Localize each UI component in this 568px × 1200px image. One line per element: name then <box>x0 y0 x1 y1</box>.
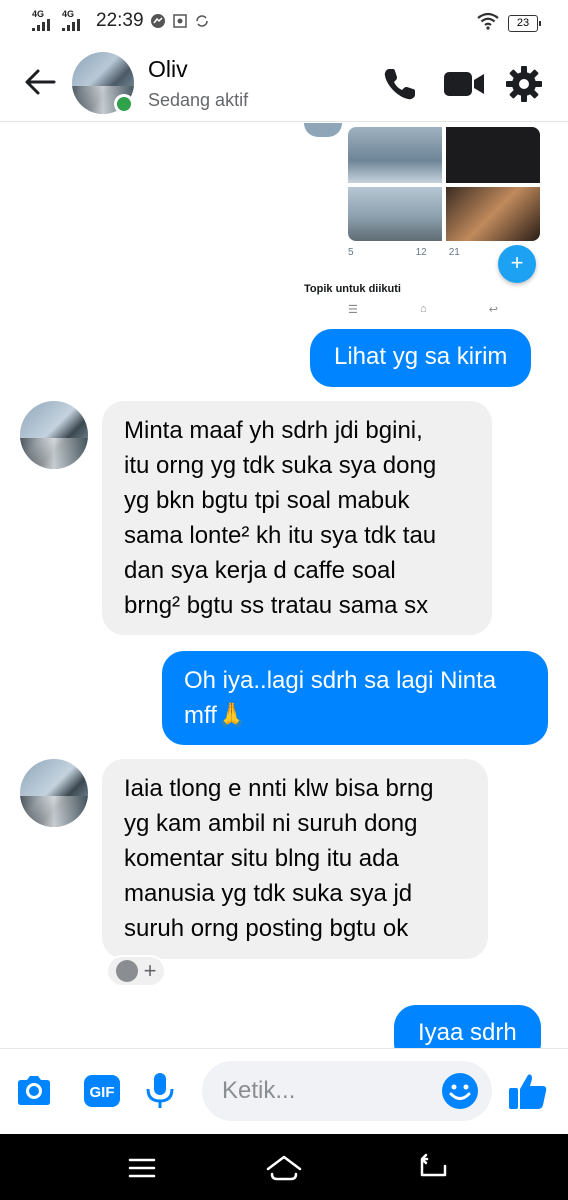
message-line: itu orng yg tdk suka sya dong <box>124 452 437 479</box>
message-line: Minta maaf yh sdrh jdi bgini, <box>124 417 423 444</box>
thumbs-up-icon[interactable] <box>506 1069 550 1113</box>
video-call-icon[interactable] <box>442 64 486 104</box>
status-left: 4G 4G 22:39 <box>32 10 210 32</box>
camera-icon[interactable] <box>12 1069 56 1113</box>
wifi-icon <box>476 12 500 35</box>
svg-text:GIF: GIF <box>90 1084 115 1101</box>
add-reaction-button[interactable]: + <box>106 955 166 987</box>
outgoing-message[interactable]: Iyaa sdrh <box>394 1005 541 1048</box>
reply-count: 5 <box>348 247 354 258</box>
signal-icon-2: 4G <box>62 10 86 32</box>
screenshot-icon <box>172 13 188 29</box>
gif-icon[interactable]: GIF <box>80 1069 124 1113</box>
like-count: 21 <box>448 247 460 258</box>
message-line: manusia yg tdk suka sya jd <box>124 880 413 907</box>
system-navigation-bar <box>0 1134 568 1200</box>
back-arrow-icon[interactable] <box>22 64 58 100</box>
retweet-count: 12 <box>415 247 427 258</box>
shared-image-photo-grid <box>348 127 540 241</box>
menu-icon[interactable] <box>122 1148 162 1188</box>
outgoing-message[interactable]: Lihat yg sa kirim <box>310 329 532 387</box>
message-line: sama lonte² kh itu sya tdk tau <box>124 522 437 549</box>
reaction-smiley-icon <box>115 960 138 982</box>
message-line: yg bkn bgtu tpi soal mabuk <box>124 487 410 514</box>
sender-avatar[interactable] <box>20 759 88 827</box>
network-type-label: 4G <box>32 9 45 19</box>
message-list[interactable]: 5 12 21 + Topik untuk diikuti ☰ ⌂ ↩ Lihat … <box>0 123 568 1048</box>
signal-icon: 4G <box>32 10 56 32</box>
status-bar: 4G 4G 22:39 23 <box>0 0 568 44</box>
shared-image-plus-icon: + <box>498 245 536 283</box>
shared-image[interactable]: 5 12 21 + Topik untuk diikuti ☰ ⌂ ↩ <box>296 123 550 323</box>
plus-icon: + <box>143 958 157 983</box>
contact-name[interactable]: Oliv <box>148 56 188 83</box>
message-line: komentar situ blng itu ada <box>124 845 399 872</box>
contact-status: Sedang aktif <box>148 90 249 110</box>
message-line: yg kam ambil ni suruh dong <box>124 810 418 837</box>
shared-image-topic-label: Topik untuk diikuti <box>304 283 401 295</box>
message-line: Iaia tlong e nnti klw bisa brng <box>124 775 434 802</box>
clock: 22:39 <box>96 10 144 31</box>
message-input-container <box>202 1061 492 1121</box>
message-line: dan sya kerja d caffe soal <box>124 557 396 584</box>
message-line: brng² bgtu ss tratau sama sx <box>124 592 429 619</box>
incoming-message[interactable]: Iaia tlong e nnti klw bisa brng yg kam a… <box>102 759 488 959</box>
microphone-icon[interactable] <box>138 1069 182 1113</box>
message-line: suruh orng posting bgtu ok <box>124 915 409 942</box>
online-status-dot <box>114 94 134 114</box>
message-line: mff🙏 <box>184 702 247 729</box>
shared-image-avatar <box>304 123 342 137</box>
battery-indicator: 23 <box>508 15 541 32</box>
messenger-notification-icon <box>150 13 166 29</box>
settings-gear-icon[interactable] <box>504 64 544 104</box>
home-icon[interactable] <box>264 1148 304 1188</box>
sync-icon <box>194 13 210 29</box>
phone-icon[interactable] <box>380 64 420 104</box>
network-type-label-2: 4G <box>62 9 75 19</box>
emoji-icon[interactable] <box>440 1071 480 1111</box>
message-line: Oh iya..lagi sdrh sa lagi Ninta <box>184 667 497 694</box>
outgoing-message[interactable]: Oh iya..lagi sdrh sa lagi Ninta mff🙏 <box>162 651 548 745</box>
chat-header: Oliv Sedang aktif <box>0 44 568 122</box>
shared-image-nav-row: ☰ ⌂ ↩ <box>348 303 498 316</box>
message-composer: GIF <box>0 1048 568 1134</box>
status-right: 23 <box>476 12 541 35</box>
back-icon[interactable] <box>412 1148 452 1188</box>
incoming-message[interactable]: Minta maaf yh sdrh jdi bgini, itu orng y… <box>102 401 492 635</box>
message-input[interactable] <box>222 1061 432 1121</box>
sender-avatar[interactable] <box>20 401 88 469</box>
